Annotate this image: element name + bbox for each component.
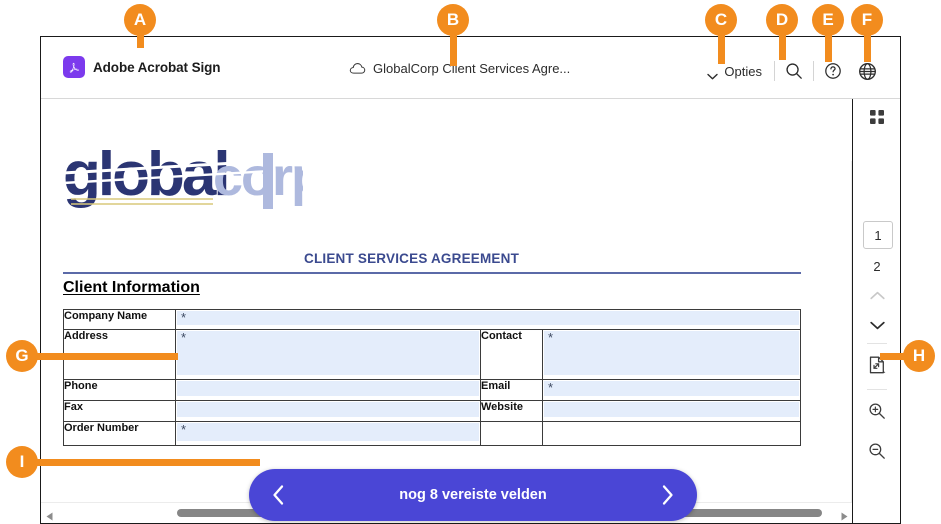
options-menu-button[interactable]: Opties (697, 64, 772, 79)
zoom-out-icon[interactable] (861, 437, 893, 465)
page-number-1[interactable]: 1 (863, 221, 893, 249)
table-row: Fax Website (63, 400, 802, 422)
rail-divider (867, 343, 887, 344)
annotation-badge-b: B (437, 4, 469, 36)
annotation-badge-f: F (851, 4, 883, 36)
field-input-contact[interactable]: * (541, 329, 802, 380)
field-box (544, 331, 800, 375)
field-label-website: Website (480, 400, 543, 422)
grid-thumbnails-icon[interactable] (861, 103, 893, 131)
field-input-order-number[interactable]: * (175, 421, 481, 446)
badge-stem-i (30, 459, 260, 466)
required-marker: * (181, 310, 187, 325)
scroll-left-arrow-icon[interactable] (46, 508, 53, 523)
required-marker: * (181, 330, 187, 345)
title-divider (63, 272, 801, 274)
section-heading: Client Information (63, 279, 200, 296)
annotation-badge-c: C (705, 4, 737, 36)
field-input-fax[interactable] (175, 400, 481, 422)
badge-stem-g (30, 353, 178, 360)
field-input-company-name[interactable]: * (174, 309, 802, 330)
field-label-contact: Contact (480, 329, 543, 380)
globalcorp-logo: global corp (63, 137, 303, 215)
required-marker: * (548, 380, 554, 395)
annotation-badge-d: D (766, 4, 798, 36)
field-label-order-number: Order Number (63, 421, 176, 446)
annotation-badge-h: H (903, 340, 935, 372)
zoom-in-icon[interactable] (861, 397, 893, 425)
table-row: Phone Email * (63, 379, 802, 401)
chevron-up-icon[interactable] (861, 281, 893, 309)
rail-divider (867, 389, 887, 390)
toolbar-divider (774, 61, 775, 81)
field-input-phone[interactable] (175, 379, 481, 401)
field-label-phone: Phone (63, 379, 176, 401)
field-box (544, 381, 800, 396)
required-fields-label: nog 8 vereiste velden (399, 487, 547, 503)
table-cell-empty (480, 421, 543, 446)
annotation-badge-g: G (6, 340, 38, 372)
help-circle-icon[interactable] (816, 57, 850, 85)
toolbar-divider (813, 61, 814, 81)
annotation-badge-e: E (812, 4, 844, 36)
field-box (177, 423, 479, 441)
document-title[interactable]: GlobalCorp Client Services Agre... (349, 61, 570, 76)
options-label: Opties (724, 63, 762, 79)
chevron-left-icon[interactable] (271, 484, 287, 506)
chevron-right-icon[interactable] (659, 484, 675, 506)
table-cell-empty (541, 421, 802, 446)
annotation-badge-a: A (124, 4, 156, 36)
required-marker: * (548, 330, 554, 345)
field-box (177, 311, 800, 325)
chevron-down-icon (707, 68, 719, 79)
required-marker: * (181, 422, 187, 437)
top-bar-actions: Opties (697, 57, 884, 85)
field-input-address[interactable]: * (175, 329, 481, 380)
brand-logo[interactable]: Adobe Acrobat Sign (63, 56, 221, 78)
field-label-email: Email (480, 379, 543, 401)
field-input-website[interactable] (541, 400, 802, 422)
scroll-right-arrow-icon[interactable] (841, 508, 848, 523)
field-label-company-name: Company Name (63, 309, 176, 330)
svg-text:corp: corp (213, 147, 303, 207)
cloud-icon (349, 62, 366, 75)
field-box (177, 381, 479, 396)
page-number-2[interactable]: 2 (863, 253, 891, 279)
top-bar: Adobe Acrobat Sign GlobalCorp Client Ser… (41, 37, 900, 99)
agreement-title: CLIENT SERVICES AGREEMENT (304, 251, 520, 266)
table-row: Order Number * (63, 421, 802, 446)
search-icon[interactable] (777, 57, 811, 85)
field-box (544, 402, 800, 417)
field-box (177, 402, 479, 417)
document-title-text: GlobalCorp Client Services Agre... (373, 61, 571, 76)
acrobat-sign-window: Adobe Acrobat Sign GlobalCorp Client Ser… (40, 36, 901, 524)
required-fields-nav-pill[interactable]: nog 8 vereiste velden (249, 469, 697, 521)
field-input-email[interactable]: * (541, 379, 802, 401)
field-label-fax: Fax (63, 400, 176, 422)
chevron-down-icon[interactable] (861, 311, 893, 339)
brand-name: Adobe Acrobat Sign (93, 59, 221, 75)
annotation-badge-i: I (6, 446, 38, 478)
field-box (177, 331, 479, 375)
page-tools-rail: 1 2 (852, 99, 900, 523)
table-row: Company Name * (63, 309, 802, 330)
acrobat-logo-icon (63, 56, 85, 78)
client-information-table: Company Name * Address * Contact * Phone… (63, 309, 802, 446)
